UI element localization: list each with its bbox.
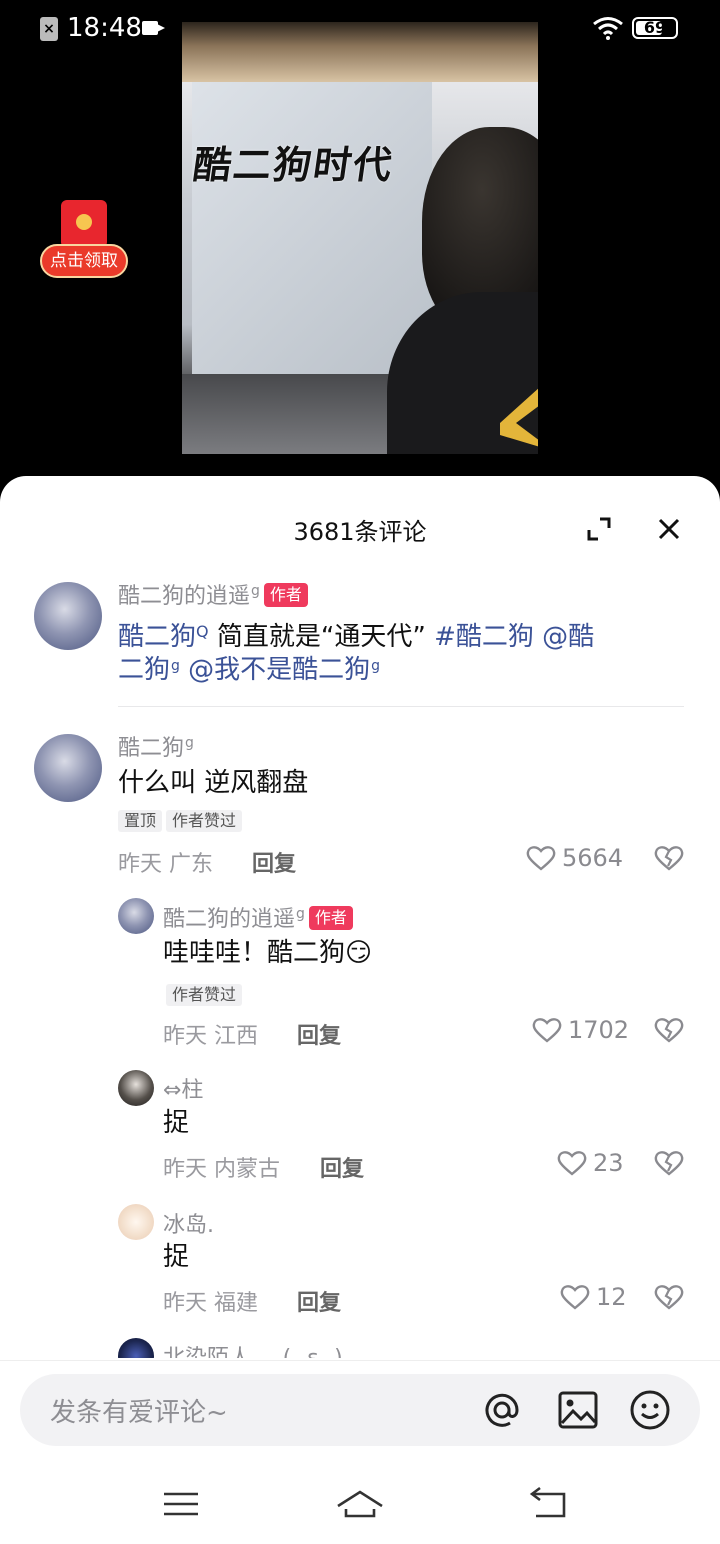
image-icon[interactable] — [556, 1388, 600, 1432]
search-icon: Q — [196, 622, 209, 641]
at-icon[interactable] — [480, 1388, 524, 1432]
like-button[interactable]: 1702 — [532, 1016, 629, 1044]
pinned-tag: 置顶 — [118, 810, 163, 832]
comments-list[interactable]: 酷二狗的逍遥g 作者 酷二狗Q 简直就是“通天代” #酷二狗 @酷 二狗g @我不… — [0, 566, 720, 1358]
avatar[interactable] — [118, 1338, 154, 1358]
status-time: 18:48 — [67, 13, 142, 43]
menu-icon[interactable] — [156, 1484, 206, 1524]
comment-meta: 昨天 内蒙古 — [163, 1151, 280, 1183]
expand-icon[interactable] — [586, 516, 612, 542]
comment-location: 江西 — [214, 1024, 259, 1049]
comment-author[interactable]: 酷二狗g — [118, 730, 194, 762]
comments-sheet: 3681条评论 酷二狗的逍遥g 作者 酷二狗Q 简直就是“通天代” #酷二狗 @酷… — [0, 476, 720, 1544]
video-screen-wall — [192, 82, 432, 382]
reply-button[interactable]: 回复 — [252, 846, 296, 878]
red-packet-button[interactable]: 点击领取 — [40, 200, 128, 282]
comment-time: 昨天 — [118, 852, 163, 877]
like-button[interactable]: 5664 — [526, 844, 623, 872]
smirk-emoji: 😏 — [345, 938, 373, 968]
post-author[interactable]: 酷二狗的逍遥g 作者 — [118, 578, 308, 610]
divider — [118, 706, 684, 707]
video-player[interactable]: 酷二狗时代 — [182, 22, 538, 454]
avatar[interactable] — [118, 1204, 154, 1240]
video-overlay-title: 酷二狗时代 — [190, 143, 397, 187]
mention-link[interactable]: 酷二狗 — [118, 622, 196, 652]
comment-author-name: 酷二狗 — [118, 736, 185, 761]
author-badge: 作者 — [263, 583, 308, 607]
broken-heart-icon[interactable] — [654, 1149, 684, 1177]
comment-text: 什么叫 逆风翻盘 — [118, 768, 309, 798]
like-button[interactable]: 23 — [557, 1149, 624, 1177]
heart-outline-icon — [557, 1151, 587, 1176]
comment-author[interactable]: ⇔柱 — [163, 1072, 203, 1104]
like-count: 12 — [596, 1283, 627, 1311]
wifi-icon — [593, 17, 623, 40]
broken-heart-icon[interactable] — [654, 844, 684, 872]
like-count: 1702 — [568, 1016, 630, 1044]
broken-heart-icon[interactable] — [654, 1016, 684, 1044]
comment-location: 福建 — [214, 1291, 259, 1316]
like-button[interactable]: 12 — [560, 1283, 627, 1311]
home-icon[interactable] — [335, 1484, 385, 1524]
comment-input[interactable]: 发条有爱评论~ — [20, 1374, 700, 1446]
comment-text: 捉 — [163, 1108, 190, 1138]
comment-text: 捉 — [163, 1242, 190, 1272]
comment-meta: 昨天 福建 — [163, 1285, 258, 1317]
reply-button[interactable]: 回复 — [320, 1151, 364, 1183]
at-link[interactable]: @酷 — [534, 622, 594, 652]
avatar[interactable] — [118, 1070, 154, 1106]
comment-input-placeholder: 发条有爱评论~ — [50, 1398, 228, 1428]
post-author-name: 酷二狗的逍遥 — [118, 584, 251, 609]
comment-author-name: 酷二狗的逍遥 — [163, 907, 296, 932]
comments-count-title: 3681条评论 — [293, 518, 427, 546]
no-sim-icon: × — [40, 17, 58, 41]
battery-level: 69 — [643, 18, 667, 37]
heart-outline-icon — [560, 1285, 590, 1310]
at-link-2[interactable]: @我不是酷二狗 — [180, 655, 370, 685]
comment-author[interactable]: 酷二狗的逍遥g 作者 — [163, 901, 353, 933]
comment-time: 昨天 — [163, 1291, 208, 1316]
avatar[interactable] — [34, 734, 102, 802]
comment-author[interactable]: 北染陌人 ‿ (◞ ε ◟) ‿ — [163, 1340, 367, 1358]
comment-meta: 昨天 广东 — [118, 846, 213, 878]
smiley-icon[interactable] — [628, 1388, 672, 1432]
heart-outline-icon — [532, 1018, 562, 1043]
post-text-line2: 二狗g @我不是酷二狗g — [118, 655, 381, 685]
back-icon[interactable] — [524, 1484, 574, 1524]
comment-time: 昨天 — [163, 1157, 208, 1182]
broken-heart-icon[interactable] — [654, 1283, 684, 1311]
video-ceiling — [182, 22, 538, 82]
comment-time: 昨天 — [163, 1024, 208, 1049]
avatar[interactable] — [118, 898, 154, 934]
avatar[interactable] — [34, 582, 102, 650]
video-camera-icon — [142, 21, 165, 35]
divider — [0, 1360, 720, 1361]
battery-indicator: 69 — [632, 17, 678, 39]
red-packet-icon — [61, 200, 107, 248]
hashtag-link[interactable]: #酷二狗 — [434, 622, 534, 652]
comment-location: 广东 — [169, 852, 214, 877]
comment-author[interactable]: 冰岛. — [163, 1207, 214, 1239]
author-liked-tag: 作者赞过 — [166, 984, 243, 1006]
comment-meta: 昨天 江西 — [163, 1018, 258, 1050]
like-count: 23 — [593, 1149, 624, 1177]
close-icon[interactable] — [656, 516, 682, 542]
reply-button[interactable]: 回复 — [297, 1285, 341, 1317]
at-link-continued[interactable]: 二狗 — [118, 655, 170, 685]
author-liked-tag: 作者赞过 — [166, 810, 243, 832]
red-packet-label: 点击领取 — [40, 244, 128, 278]
heart-outline-icon — [526, 846, 556, 871]
comment-text: 哇哇哇！酷二狗😏 — [163, 936, 372, 971]
reply-button[interactable]: 回复 — [297, 1018, 341, 1050]
like-count: 5664 — [562, 844, 624, 872]
author-badge: 作者 — [308, 906, 353, 930]
post-text: 简直就是“通天代” — [208, 622, 435, 652]
comment-location: 内蒙古 — [214, 1157, 281, 1182]
comment-text-body: 哇哇哇！酷二狗 — [163, 938, 346, 968]
